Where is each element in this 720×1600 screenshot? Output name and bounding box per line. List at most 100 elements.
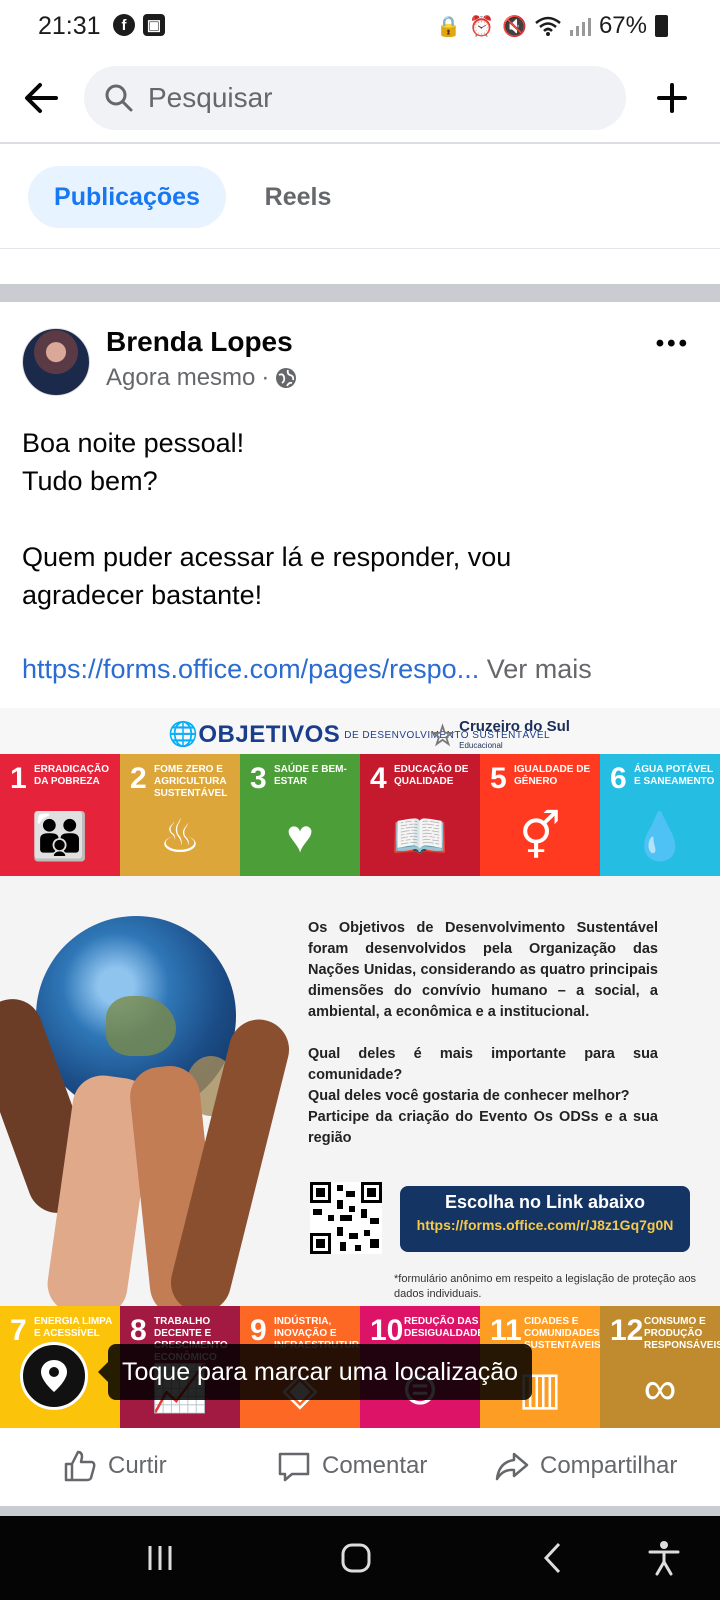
- facebook-icon: f: [113, 14, 135, 36]
- link-box-url: https://forms.office.com/r/J8z1Gq7g0N: [416, 1217, 674, 1233]
- battery-icon: [655, 15, 668, 37]
- share-icon: [495, 1452, 529, 1481]
- back-icon[interactable]: [534, 1538, 574, 1578]
- poster-body: Os Objetivos de Desenvolvimento Sustentá…: [308, 918, 658, 1149]
- post-image[interactable]: 🌐OBJETIVOS DE DESENVOLVIMENTO SUSTENTÁVEL…: [0, 708, 720, 1428]
- sdg-goal-icon: ♥: [286, 810, 314, 862]
- sdg-goal-number: 1: [10, 762, 27, 795]
- sdg-goal-tile: 1 Erradicação da pobreza 👪: [0, 754, 120, 876]
- author-name[interactable]: Brenda Lopes: [106, 326, 293, 358]
- share-label: Compartilhar: [540, 1452, 678, 1479]
- tab-reels[interactable]: Reels: [236, 166, 360, 228]
- location-pin-icon: [41, 1360, 67, 1392]
- see-more-link[interactable]: Ver mais: [487, 654, 592, 684]
- sdg-goal-icon: 📖: [391, 810, 449, 862]
- status-bar: 21:31 f ▣ 🔒 ⏰ 🔇 67%: [0, 0, 720, 52]
- like-label: Curtir: [108, 1452, 167, 1479]
- sdg-goal-label: Saúde e bem-estar: [274, 764, 347, 787]
- sdg-goal-tile: 6 Água potável e saneamento 💧: [600, 754, 720, 876]
- search-row: Pesquisar: [0, 58, 720, 138]
- sdg-goal-tile: 2 Fome zero e agricultura sustentável ♨: [120, 754, 240, 876]
- feed-separator: [0, 284, 720, 302]
- post-link-line: https://forms.office.com/pages/respo... …: [22, 654, 712, 685]
- status-time: 21:31: [38, 12, 101, 40]
- comment-button[interactable]: Comentar: [276, 1448, 427, 1484]
- sdg-goal-number: 5: [490, 762, 507, 795]
- tabs-row: Publicações Reels: [0, 144, 720, 248]
- sdg-goal-number: 3: [250, 762, 267, 795]
- tab-publicacoes[interactable]: Publicações: [28, 166, 226, 228]
- poster-paragraph: Qual deles você gostaria de conhecer mel…: [308, 1088, 630, 1104]
- plus-icon[interactable]: [650, 76, 694, 120]
- sdg-goal-label: Fome zero e agricultura sustentável: [154, 764, 228, 799]
- sdg-goal-number: 6: [610, 762, 627, 795]
- feed-separator: [0, 1506, 720, 1516]
- sdg-goal-tile: 3 Saúde e bem-estar ♥: [240, 754, 360, 876]
- sdg-goal-label: Erradicação da pobreza: [34, 764, 109, 787]
- post-link[interactable]: https://forms.office.com/pages/respo...: [22, 654, 479, 684]
- sdg-goal-number: 2: [130, 762, 147, 795]
- alarm-icon: ⏰: [469, 15, 495, 38]
- sdg-goal-label: Consumo e produção responsáveis: [644, 1316, 720, 1351]
- post-line: Boa noite pessoal!: [22, 428, 245, 458]
- sdg-goal-tile: 5 Igualdade de gênero ⚥: [480, 754, 600, 876]
- meta-separator: ·: [261, 364, 270, 391]
- poster-paragraph: Os Objetivos de Desenvolvimento Sustentá…: [308, 920, 658, 1020]
- sdg-goal-icon: 👪: [31, 810, 89, 862]
- sdg-goal-label: Igualdade de gênero: [514, 764, 591, 787]
- wifi-icon: [535, 16, 561, 36]
- home-icon[interactable]: [336, 1538, 376, 1578]
- post-line: Quem puder acessar lá e responder, vou: [22, 542, 512, 572]
- search-placeholder: Pesquisar: [148, 82, 273, 113]
- partner-sub: Educacional: [459, 741, 503, 750]
- location-pin-button[interactable]: [20, 1342, 88, 1410]
- partner-name: Cruzeiro do Sul: [459, 718, 570, 735]
- sdg-goal-number: 4: [370, 762, 387, 795]
- avatar[interactable]: [22, 328, 90, 396]
- post-action-bar: Curtir Comentar Compartilhar: [0, 1428, 720, 1508]
- thumbs-up-icon: [64, 1450, 96, 1482]
- sdg-goal-tile: 4 Educação de qualidade 📖: [360, 754, 480, 876]
- sdg-goal-number: 11: [490, 1314, 522, 1347]
- globe-illustration: [0, 876, 300, 1321]
- star-icon: ☆: [430, 719, 456, 751]
- sdg-goal-icon: ♨: [159, 810, 201, 862]
- post-meta: Agora mesmo ·: [106, 364, 297, 392]
- sdg-goal-number: 12: [610, 1314, 644, 1347]
- search-icon: [105, 84, 133, 112]
- mute-icon: 🔇: [502, 15, 527, 38]
- poster-paragraph: Participe da criação do Evento Os ODSs e…: [308, 1109, 658, 1146]
- back-arrow-icon[interactable]: [20, 76, 64, 120]
- like-button[interactable]: Curtir: [62, 1448, 167, 1484]
- location-tooltip[interactable]: Toque para marcar uma localização: [97, 1344, 533, 1400]
- poster-footnote: *formulário anônimo em respeito a legisl…: [394, 1273, 697, 1300]
- signal-icon: [569, 18, 591, 36]
- sdg-goal-icon: ⚥: [519, 810, 561, 862]
- comment-label: Comentar: [322, 1452, 428, 1479]
- sdg-goal-label: Energia limpa e acessível: [34, 1316, 112, 1339]
- sdg-row-top: 1 Erradicação da pobreza 👪 2 Fome zero e agr…: [0, 754, 720, 876]
- globe-icon: [276, 368, 297, 388]
- sdg-goal-label: Água potável e saneamento: [634, 764, 715, 787]
- battery-text: 67%: [598, 12, 647, 39]
- system-nav-bar: [0, 1516, 720, 1600]
- recent-apps-icon[interactable]: [140, 1538, 180, 1578]
- sdg-goal-label: Educação de qualidade: [394, 764, 469, 787]
- sdg-goal-label: Cidades e comunidades sustentáveis: [524, 1316, 600, 1351]
- share-button[interactable]: Compartilhar: [494, 1448, 677, 1484]
- post-time[interactable]: Agora mesmo: [106, 364, 255, 392]
- sdg-goal-icon: 💧: [631, 810, 689, 862]
- post-line: agradecer bastante!: [22, 580, 263, 610]
- gallery-icon: ▣: [143, 14, 165, 36]
- accessibility-icon[interactable]: [644, 1538, 684, 1578]
- un-emblem-icon: 🌐: [168, 721, 199, 748]
- sdg-goal-number: 7: [10, 1314, 27, 1347]
- search-input[interactable]: Pesquisar: [84, 66, 626, 130]
- sdg-goal-tile: 12 Consumo e produção responsáveis ∞: [600, 1306, 720, 1428]
- post-header: Brenda Lopes Agora mesmo · •••: [0, 302, 720, 410]
- more-options-button[interactable]: •••: [656, 330, 690, 358]
- divider: [0, 248, 720, 249]
- poster-paragraph: Qual deles é mais importante para sua co…: [308, 1046, 658, 1083]
- poster-link-box: Escolha no Link abaixo https://forms.off…: [400, 1186, 690, 1252]
- lock-icon: 🔒: [436, 15, 462, 38]
